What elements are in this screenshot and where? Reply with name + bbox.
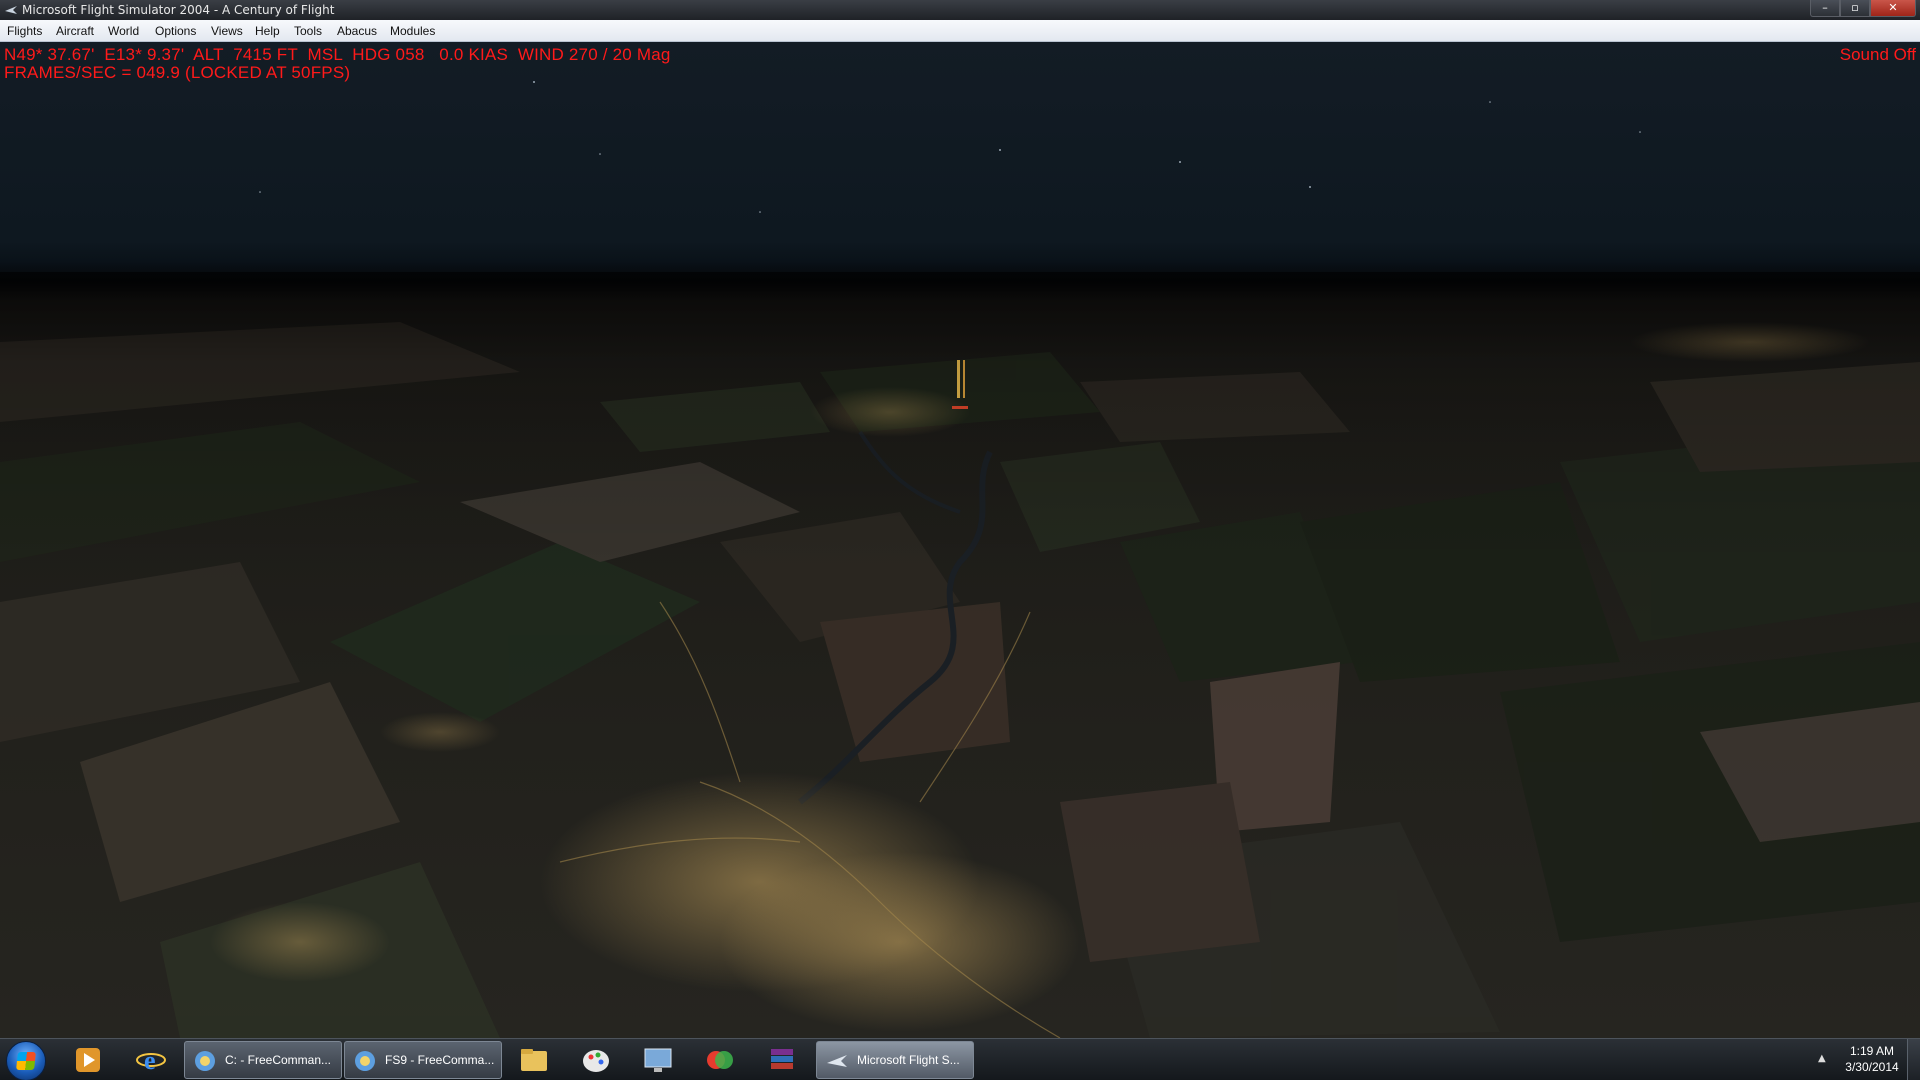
stars — [259, 81, 1641, 213]
winrar-icon[interactable] — [756, 1041, 808, 1079]
scenery-viewport[interactable]: N49* 37.67' E13* 9.37' ALT 7415 FT MSL H… — [0, 42, 1920, 1038]
menu-tools[interactable]: Tools — [290, 23, 326, 39]
hud-frame-rate: FRAMES/SEC = 049.9 (LOCKED AT 50FPS) — [4, 63, 351, 82]
menu-help[interactable]: Help — [251, 23, 284, 39]
freecommander-icon — [355, 1051, 375, 1071]
task-label: Microsoft Flight S... — [857, 1053, 960, 1067]
close-button[interactable]: ✕ — [1870, 0, 1916, 17]
menu-views[interactable]: Views — [207, 23, 247, 39]
color-tool-icon[interactable] — [694, 1041, 746, 1079]
airplane-icon — [827, 1055, 847, 1067]
hud-sound-status: Sound Off — [1839, 45, 1916, 64]
task-freecommander-fs9[interactable]: FS9 - FreeComma... — [344, 1041, 502, 1079]
task-flight-simulator[interactable]: Microsoft Flight S... — [816, 1041, 974, 1079]
show-desktop-button[interactable] — [1907, 1039, 1920, 1080]
menu-options[interactable]: Options — [151, 23, 200, 39]
window-title: Microsoft Flight Simulator 2004 - A Cent… — [22, 3, 335, 17]
file-explorer-icon[interactable] — [508, 1041, 560, 1079]
maximize-button[interactable]: ▫ — [1840, 0, 1870, 17]
paint-icon[interactable] — [570, 1041, 622, 1079]
internet-explorer-icon[interactable]: e — [124, 1041, 176, 1079]
menu-aircraft[interactable]: Aircraft — [52, 23, 98, 39]
menu-modules[interactable]: Modules — [386, 23, 439, 39]
desktop-screen: Microsoft Flight Simulator 2004 - A Cent… — [0, 0, 1920, 1080]
task-freecommander-c[interactable]: C: - FreeComman... — [184, 1041, 342, 1079]
menu-world[interactable]: World — [104, 23, 143, 39]
windows-start-icon[interactable] — [6, 1041, 46, 1080]
minimize-button[interactable]: – — [1810, 0, 1840, 17]
task-label: FS9 - FreeComma... — [385, 1053, 495, 1067]
svg-text:e: e — [144, 1046, 156, 1075]
taskbar: e C: - FreeComman... FS9 - FreeComma... — [0, 1038, 1920, 1080]
freecommander-icon — [195, 1051, 215, 1071]
remote-desktop-icon[interactable] — [632, 1041, 684, 1079]
menu-flights[interactable]: Flights — [3, 23, 46, 39]
menu-bar: Flights Aircraft World Options Views Hel… — [0, 20, 1920, 42]
flight-sim-icon — [5, 6, 17, 14]
tray-expand-icon[interactable]: ▲ — [1818, 1053, 1826, 1064]
clock-date: 3/30/2014 — [1845, 1060, 1899, 1074]
menu-abacus[interactable]: Abacus — [333, 23, 381, 39]
media-player-icon[interactable] — [62, 1041, 114, 1079]
night-terrain-scene — [0, 81, 1920, 1038]
hud-position-readout: N49* 37.67' E13* 9.37' ALT 7415 FT MSL H… — [4, 45, 671, 64]
clock-time: 1:19 AM — [1849, 1044, 1895, 1058]
system-clock[interactable]: 1:19 AM 3/30/2014 — [1836, 1043, 1908, 1075]
task-label: C: - FreeComman... — [225, 1053, 332, 1067]
window-title-bar[interactable]: Microsoft Flight Simulator 2004 - A Cent… — [0, 0, 1920, 20]
